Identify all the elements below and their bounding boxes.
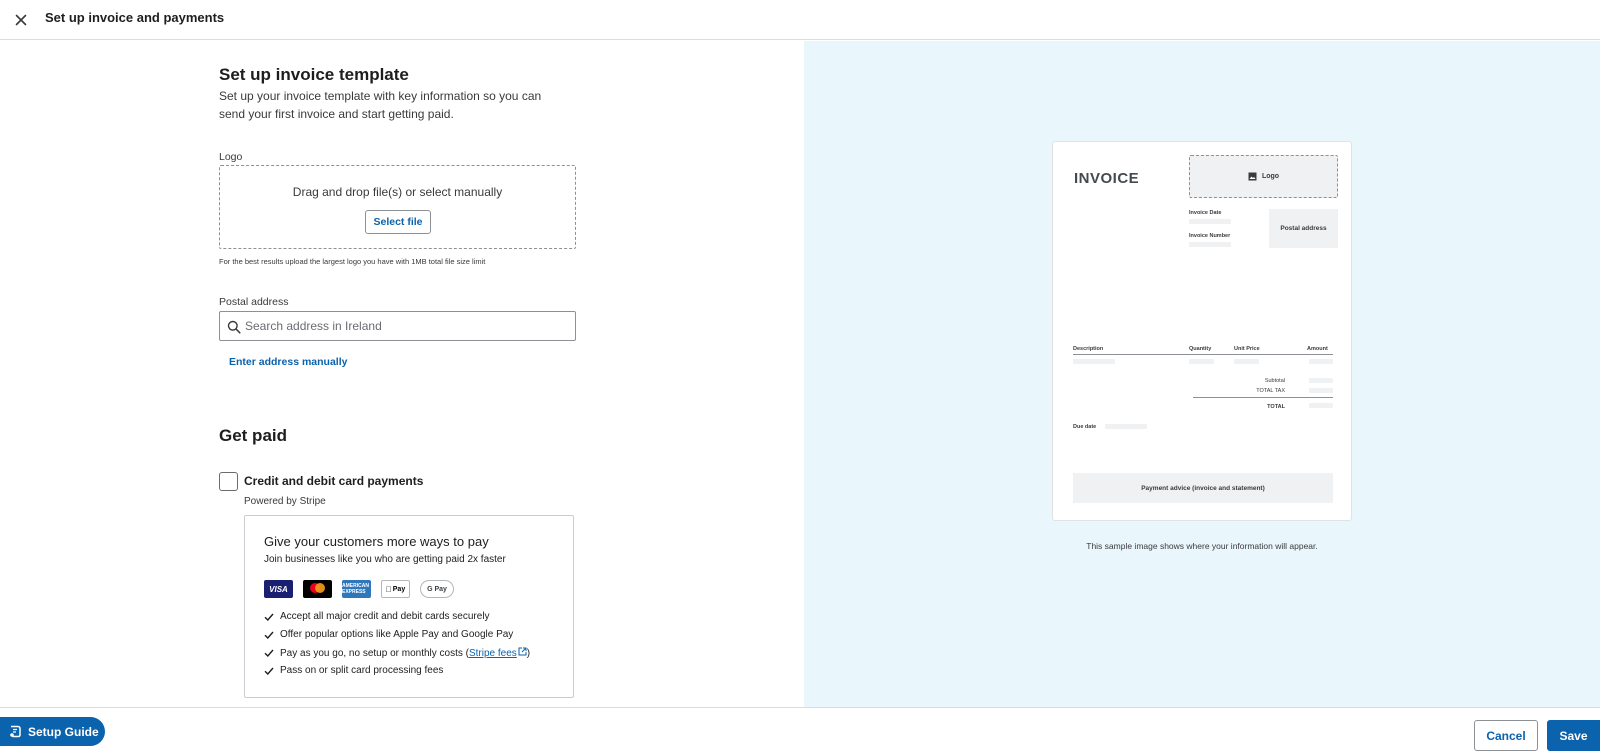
card-brands-row: VISA AMERICAN EXPRESS Pay G Pay (264, 580, 454, 598)
benefit-item: Pass on or split card processing fees (264, 665, 443, 676)
get-paid-title: Get paid (219, 426, 288, 445)
postal-address-input[interactable] (245, 312, 570, 340)
logo-label: Logo (219, 151, 243, 163)
template-section-description: Set up your invoice template with key in… (219, 89, 542, 121)
invoice-title: INVOICE (1074, 170, 1140, 187)
benefit-item: Pay as you go, no setup or monthly costs… (264, 647, 530, 659)
benefit-text: Offer popular options like Apple Pay and… (280, 629, 514, 640)
visa-icon: VISA (264, 580, 293, 598)
check-icon (264, 631, 274, 639)
payments-promo-box: Give your customers more ways to pay Joi… (244, 515, 574, 698)
apple-pay-text: Pay (389, 585, 405, 593)
logo-hint: For the best results upload the largest … (219, 257, 486, 266)
subtotal-placeholder (1309, 378, 1333, 383)
stripe-fees-link-text: Stripe fees (468, 648, 517, 659)
invoice-date-label: Invoice Date (1189, 210, 1222, 216)
setup-guide-button[interactable]: Setup Guide (0, 717, 105, 746)
row-placeholder (1073, 359, 1115, 364)
setup-guide-label: Setup Guide (28, 724, 99, 739)
payment-advice-block: Payment advice (invoice and statement) (1073, 473, 1333, 503)
total-tax-label: TOTAL TAX (1256, 388, 1285, 394)
due-date-placeholder (1105, 424, 1147, 429)
footer-bar: Setup Guide Cancel Save (0, 707, 1600, 754)
total-divider (1193, 397, 1333, 398)
promo-title: Give your customers more ways to pay (264, 534, 489, 549)
apple-pay-icon: Pay (381, 580, 410, 598)
invoice-postal-placeholder: Postal address (1269, 209, 1338, 248)
dropzone-text: Drag and drop file(s) or select manually (292, 185, 503, 199)
preview-caption: This sample image shows where your infor… (1086, 541, 1318, 551)
close-icon (15, 14, 27, 26)
postal-address-label: Postal address (219, 296, 289, 308)
invoice-date-placeholder (1189, 219, 1231, 224)
top-bar: Set up invoice and payments (0, 0, 1600, 40)
search-icon (227, 320, 241, 334)
check-icon (264, 613, 274, 621)
card-payments-checkbox[interactable] (219, 472, 238, 491)
benefit-item: Accept all major credit and debit cards … (264, 611, 490, 622)
google-pay-icon: G Pay (420, 580, 454, 598)
close-button[interactable] (11, 10, 31, 30)
check-icon (264, 667, 274, 675)
col-description: Description (1073, 346, 1104, 352)
benefit-text: Pass on or split card processing fees (280, 665, 444, 676)
benefit-item: Offer popular options like Apple Pay and… (264, 629, 513, 640)
image-icon (1248, 172, 1257, 181)
col-quantity: Quantity (1189, 346, 1212, 352)
benefit-text: Accept all major credit and debit cards … (280, 611, 490, 622)
select-file-button[interactable]: Select file (365, 210, 431, 234)
page-title: Set up invoice and payments (45, 10, 225, 25)
external-link-icon (518, 647, 527, 656)
benefit-text: Pay as you go, no setup or monthly costs… (280, 647, 469, 659)
due-date-label: Due date (1073, 424, 1097, 430)
invoice-number-placeholder (1189, 242, 1231, 247)
setup-guide-icon (10, 725, 21, 738)
row-placeholder (1189, 359, 1214, 364)
total-placeholder (1309, 403, 1333, 408)
invoice-logo-label: Logo (1261, 173, 1280, 180)
logo-dropzone[interactable]: Drag and drop file(s) or select manually… (219, 165, 576, 249)
stripe-fees-link[interactable]: Stripe fees (469, 647, 527, 659)
invoice-preview-panel: INVOICE Logo Invoice Date Invoice Number… (804, 41, 1600, 707)
col-amount: Amount (1307, 346, 1328, 352)
total-tax-placeholder (1309, 388, 1333, 393)
check-icon (264, 649, 274, 658)
invoice-logo-placeholder: Logo (1189, 155, 1338, 198)
cancel-button[interactable]: Cancel (1474, 720, 1538, 751)
mastercard-icon (303, 580, 332, 598)
table-header-divider (1073, 354, 1333, 355)
postal-address-search[interactable] (219, 311, 576, 341)
amex-icon: AMERICAN EXPRESS (342, 580, 371, 598)
benefit-suffix: ) (526, 647, 531, 659)
template-section-title: Set up invoice template (219, 65, 409, 84)
total-label: TOTAL (1267, 404, 1285, 410)
row-placeholder (1234, 359, 1259, 364)
subtotal-label: Subtotal (1264, 378, 1285, 384)
row-placeholder (1309, 359, 1333, 364)
card-payments-label: Credit and debit card payments (244, 474, 424, 488)
invoice-sample: INVOICE Logo Invoice Date Invoice Number… (1052, 141, 1352, 521)
promo-subtitle: Join businesses like you who are getting… (264, 554, 506, 565)
enter-address-manually-link[interactable]: Enter address manually (229, 356, 347, 368)
invoice-number-label: Invoice Number (1189, 233, 1231, 239)
save-button[interactable]: Save (1547, 720, 1600, 751)
powered-by-stripe: Powered by Stripe (244, 496, 326, 507)
col-unit-price: Unit Price (1234, 346, 1260, 352)
